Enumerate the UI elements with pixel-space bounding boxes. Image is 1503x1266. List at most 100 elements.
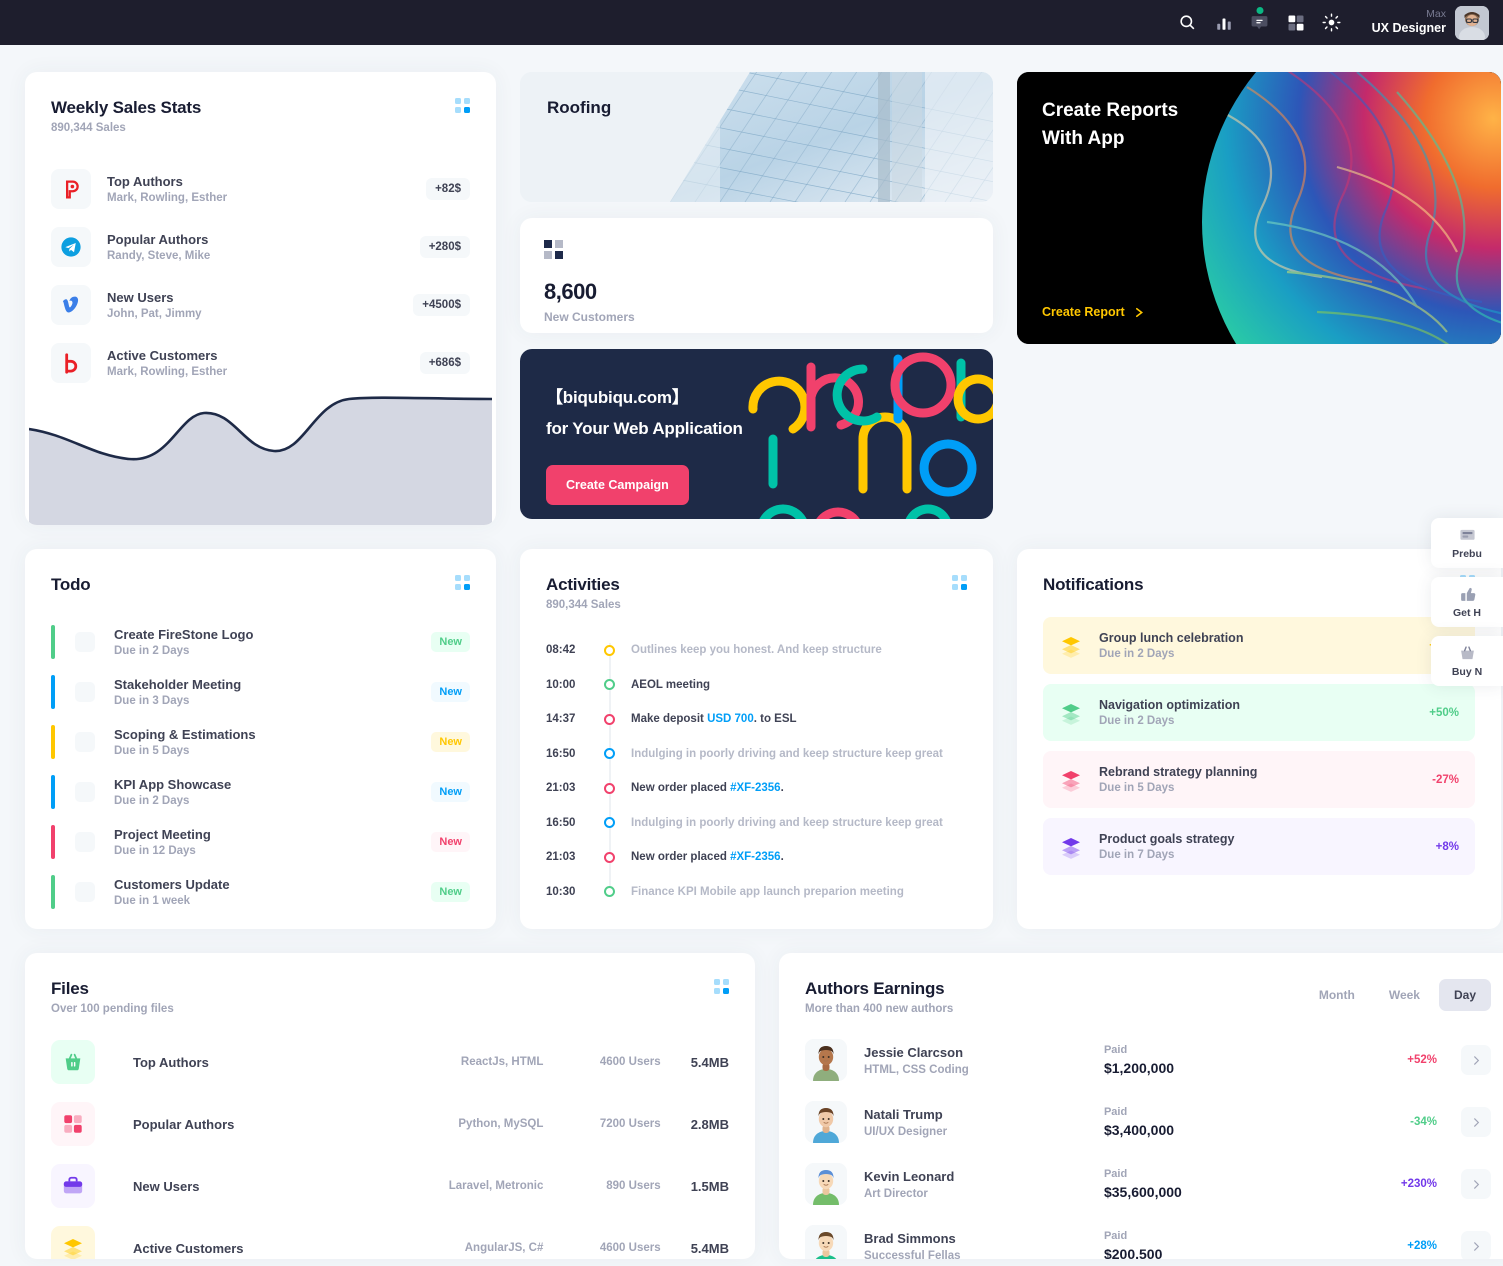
list-item[interactable]: Navigation optimization Due in 2 Days +5… [1043, 684, 1475, 741]
todo-item-name: Scoping & Estimations [114, 727, 256, 742]
list-item[interactable]: Top Authors Mark, Rowling, Esther +82$ [51, 160, 470, 218]
table-row[interactable]: Brad Simmons Successful Fellas Paid $200… [805, 1215, 1491, 1259]
list-item[interactable]: Customers Update Due in 1 week New [51, 867, 470, 917]
activity-time: 14:37 [546, 713, 576, 726]
user-profile[interactable]: Max UX Designer [1371, 5, 1489, 40]
right-column: Create Reports With App Create Report [1017, 72, 1501, 525]
todo-item-due: Due in 2 Days [114, 795, 190, 807]
create-campaign-button[interactable]: Create Campaign [546, 465, 689, 505]
roofing-card[interactable]: Roofing [520, 72, 993, 202]
table-row[interactable]: Kevin Leonard Art Director Paid $35,600,… [805, 1153, 1491, 1215]
list-item[interactable]: 16:50 Indulging in poorly driving and ke… [546, 806, 967, 841]
activity-text: AEOL meeting [631, 678, 711, 691]
table-row[interactable]: Popular Authors Python, MySQL 7200 Users… [51, 1093, 729, 1155]
list-item[interactable]: Group lunch celebration Due in 2 Days +2… [1043, 617, 1475, 674]
list-item[interactable]: 08:42 Outlines keep you honest. And keep… [546, 633, 967, 668]
list-item[interactable]: 21:03 New order placed #XF-2356. [546, 840, 967, 875]
list-item[interactable]: 10:30 Finance KPI Mobile app launch prep… [546, 875, 967, 910]
list-item[interactable]: KPI App Showcase Due in 2 Days New [51, 767, 470, 817]
file-type-icon [51, 1040, 95, 1084]
avatar[interactable] [1455, 5, 1489, 40]
file-type-icon [51, 1102, 95, 1146]
author-detail-button[interactable] [1461, 1045, 1491, 1075]
list-item[interactable]: Rebrand strategy planning Due in 5 Days … [1043, 751, 1475, 808]
activities-subtitle: 890,344 Sales [546, 599, 621, 611]
list-item[interactable]: 14:37 Make deposit USD 700. to ESL [546, 702, 967, 737]
file-size: 5.4MB [690, 1240, 729, 1256]
list-item[interactable]: Stakeholder Meeting Due in 3 Days New [51, 667, 470, 717]
chat-icon[interactable] [1242, 5, 1278, 41]
list-item[interactable]: 21:03 New order placed #XF-2356. [546, 771, 967, 806]
list-item[interactable]: Project Meeting Due in 12 Days New [51, 817, 470, 867]
todo-item-due: Due in 5 Days [114, 745, 190, 757]
table-row[interactable]: Top Authors ReactJs, HTML 4600 Users 5.4… [51, 1031, 729, 1093]
tab-day[interactable]: Day [1438, 979, 1491, 1011]
grid-menu-icon[interactable] [952, 575, 967, 590]
grid-menu-icon[interactable] [455, 575, 470, 590]
todo-checkbox[interactable] [75, 782, 95, 802]
notifications-card: Notifications Group lunch celebration Du… [1017, 549, 1501, 929]
list-item[interactable]: Create FireStone Logo Due in 2 Days New [51, 617, 470, 667]
status-badge: New [431, 782, 470, 802]
todo-checkbox[interactable] [75, 882, 95, 902]
activity-marker-icon [604, 713, 615, 725]
author-detail-button[interactable] [1461, 1231, 1491, 1259]
activity-link[interactable]: USD 700 [707, 713, 754, 725]
todo-checkbox[interactable] [75, 832, 95, 852]
item-people: Mark, Rowling, Esther [107, 192, 228, 204]
tab-month[interactable]: Month [1304, 979, 1370, 1011]
file-users: 4600 Users [599, 1056, 661, 1068]
list-item[interactable]: New Users John, Pat, Jimmy +4500$ [51, 276, 470, 334]
status-badge: New [431, 732, 470, 752]
brightness-icon[interactable] [1314, 5, 1350, 41]
create-report-link[interactable]: Create Report [1042, 305, 1146, 319]
bar-chart-icon[interactable] [1206, 5, 1242, 41]
author-detail-button[interactable] [1461, 1107, 1491, 1137]
activity-marker-icon [604, 886, 615, 898]
activity-marker-icon [604, 851, 615, 863]
plurk-icon [51, 169, 91, 209]
activity-link[interactable]: #XF-2356 [730, 851, 781, 863]
layers-icon [1062, 837, 1080, 859]
activity-link[interactable]: #XF-2356 [730, 782, 781, 794]
item-people: Randy, Steve, Mike [107, 250, 211, 262]
user-role: UX Designer [1371, 21, 1446, 36]
file-users: 890 Users [606, 1180, 661, 1192]
todo-checkbox[interactable] [75, 632, 95, 652]
notification-percent: +50% [1429, 706, 1459, 719]
grid-icon[interactable] [1278, 5, 1314, 41]
notification-due: Due in 2 Days [1099, 715, 1175, 727]
get-help-button[interactable]: Get H [1431, 577, 1503, 627]
file-size: 5.4MB [690, 1054, 729, 1070]
activity-time: 21:03 [546, 782, 576, 795]
table-row[interactable]: New Users Laravel, Metronic 890 Users 1.… [51, 1155, 729, 1217]
abstract-shapes-art [748, 352, 993, 519]
activity-text: New order placed #XF-2356. [631, 782, 784, 795]
tab-week[interactable]: Week [1374, 979, 1435, 1011]
prebuilt-button[interactable]: Prebu [1431, 518, 1503, 568]
list-item[interactable]: 10:00 AEOL meeting [546, 668, 967, 703]
list-item[interactable]: 16:50 Indulging in poorly driving and ke… [546, 737, 967, 772]
author-detail-button[interactable] [1461, 1169, 1491, 1199]
list-item[interactable]: Scoping & Estimations Due in 5 Days New [51, 717, 470, 767]
table-row[interactable]: Natali Trump UI/UX Designer Paid $3,400,… [805, 1091, 1491, 1153]
buy-now-button[interactable]: Buy N [1431, 636, 1503, 686]
list-item[interactable]: Product goals strategy Due in 7 Days +8% [1043, 818, 1475, 875]
todo-checkbox[interactable] [75, 682, 95, 702]
chevron-right-icon [1473, 1055, 1479, 1065]
todo-checkbox[interactable] [75, 732, 95, 752]
table-row[interactable]: Active Customers AngularJS, C# 4600 User… [51, 1217, 729, 1259]
table-row[interactable]: Jessie Clarcson HTML, CSS Coding Paid $1… [805, 1029, 1491, 1091]
chevron-right-icon [1473, 1241, 1479, 1251]
basket-icon [1460, 646, 1474, 660]
activity-marker-icon [604, 817, 615, 829]
author-name: Jessie Clarcson [864, 1044, 964, 1060]
grid-menu-icon[interactable] [455, 98, 470, 113]
list-item[interactable]: Popular Authors Randy, Steve, Mike +280$ [51, 218, 470, 276]
arrow-right-icon [1135, 307, 1143, 317]
files-card: Files Over 100 pending files Top Authors… [25, 953, 755, 1259]
todo-accent-bar [51, 775, 55, 809]
grid-menu-icon[interactable] [714, 979, 729, 994]
search-icon[interactable] [1170, 5, 1206, 41]
file-name: Active Customers [133, 1240, 244, 1256]
